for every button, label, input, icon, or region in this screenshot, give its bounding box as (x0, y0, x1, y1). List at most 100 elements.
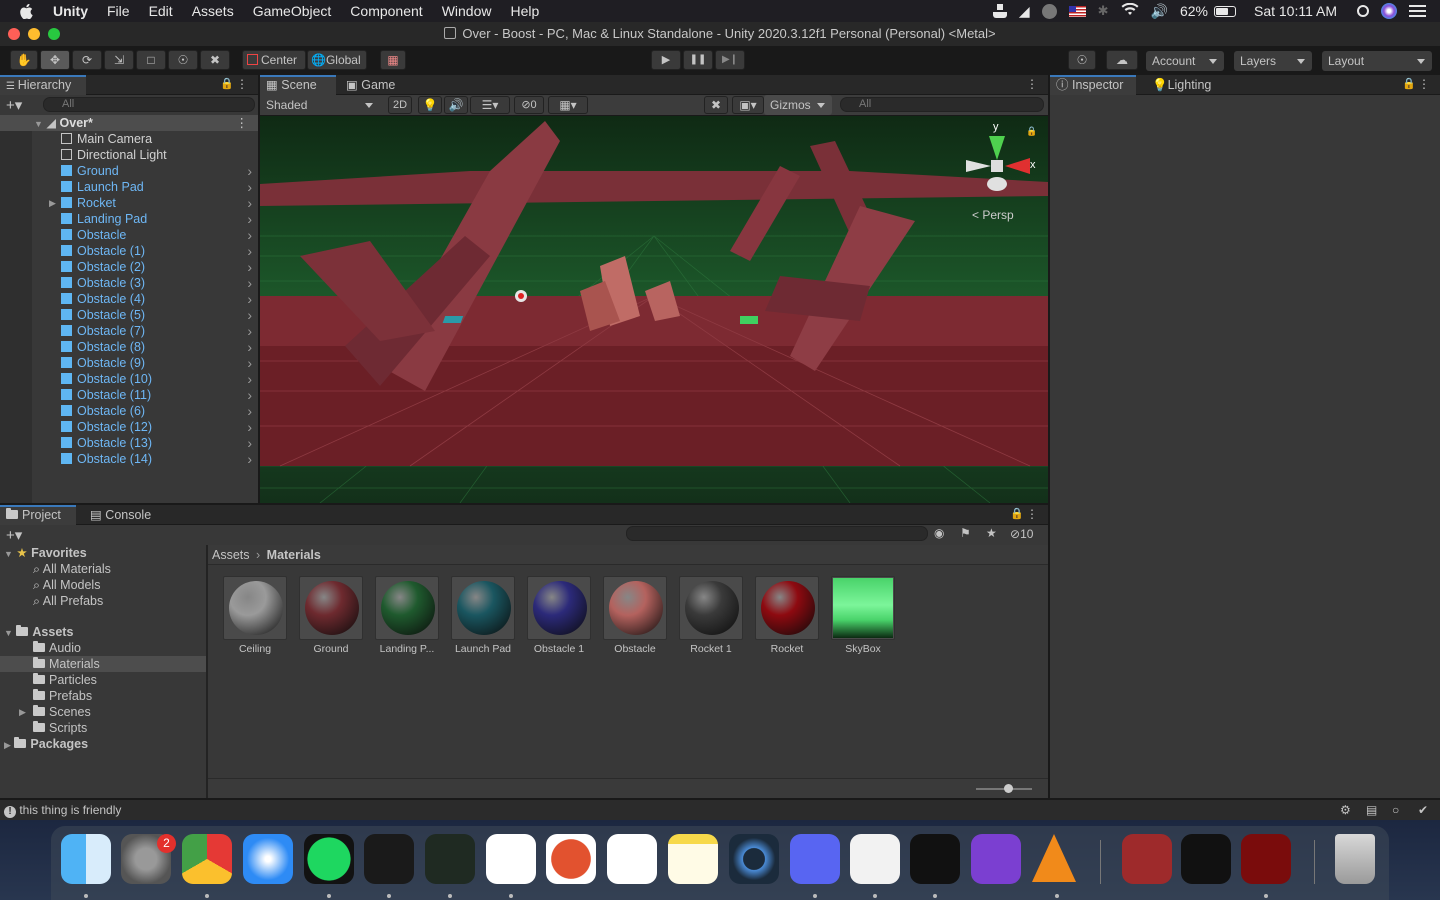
control-center-icon[interactable] (1409, 5, 1426, 17)
filter-by-label-icon[interactable]: ⚑ (960, 526, 971, 540)
material-label[interactable]: Ground (291, 643, 371, 655)
scene-gizmo[interactable]: y x 🔒 < Persp (962, 121, 1042, 222)
favorite-item[interactable]: ⌕ All Prefabs (33, 593, 103, 609)
project-search-input[interactable] (626, 526, 928, 541)
bluetooth-icon[interactable]: ✱ (1098, 3, 1109, 19)
notes-icon[interactable] (668, 834, 718, 884)
unity-status-icon[interactable]: ◢ (1019, 3, 1030, 20)
material-thumbnail[interactable] (831, 576, 895, 640)
favorite-item[interactable]: ⌕ All Materials (33, 561, 111, 577)
custom-tool-button[interactable]: ✖ (200, 50, 230, 70)
layers-dropdown[interactable]: Layers (1234, 51, 1312, 71)
material-label[interactable]: Obstacle (595, 643, 675, 655)
breadcrumb-assets[interactable]: Assets (212, 548, 250, 562)
open-prefab-arrow-icon[interactable]: › (247, 227, 252, 243)
safari-icon[interactable] (243, 834, 293, 884)
spotify-icon[interactable] (304, 834, 354, 884)
inspector-lock-icon[interactable]: 🔒 (1402, 77, 1416, 90)
menu-app-name[interactable]: Unity (53, 3, 88, 19)
audio-toggle-icon[interactable]: 🔊 (444, 96, 468, 114)
tab-lighting[interactable]: 💡Lighting (1146, 75, 1226, 95)
expand-arrow-icon[interactable]: ▶ (19, 704, 26, 720)
grid-snap-button[interactable]: ▦ (380, 50, 406, 70)
hierarchy-item[interactable]: Ground › (0, 163, 258, 179)
tab-game[interactable]: ▣ Game (340, 75, 410, 95)
material-thumbnail[interactable] (375, 576, 439, 640)
tab-console[interactable]: ▤ Console (84, 505, 164, 525)
clock[interactable]: Sat 10:11 AM (1254, 3, 1337, 19)
step-button[interactable]: ▶❙ (715, 50, 745, 70)
material-label[interactable]: SkyBox (823, 643, 903, 655)
spotlight-search-icon[interactable] (1357, 5, 1369, 17)
hierarchy-item[interactable]: Obstacle (2) › (0, 259, 258, 275)
hierarchy-item[interactable]: Obstacle (10) › (0, 371, 258, 387)
hand-tool-button[interactable]: ✋ (10, 50, 38, 70)
material-thumbnail[interactable] (755, 576, 819, 640)
assets-header[interactable]: ▼ Assets (4, 624, 73, 640)
open-prefab-arrow-icon[interactable]: › (247, 371, 252, 387)
lock-icon[interactable]: 🔒 (220, 77, 234, 90)
tab-project[interactable]: Project (0, 505, 76, 525)
asset-folder-item[interactable]: Scripts (0, 720, 206, 736)
scene-viewport[interactable]: y x 🔒 < Persp (260, 116, 1048, 503)
open-prefab-arrow-icon[interactable]: › (247, 307, 252, 323)
favorite-star-icon[interactable]: ★ (986, 526, 997, 540)
filter-by-type-icon[interactable]: ◉ (934, 526, 944, 540)
asset-folder-item[interactable]: Prefabs (0, 688, 206, 704)
material-thumbnail[interactable] (223, 576, 287, 640)
hierarchy-item[interactable]: Obstacle (9) › (0, 355, 258, 371)
gizmos-dropdown[interactable]: Gizmos (764, 95, 832, 115)
excel-icon[interactable] (607, 834, 657, 884)
panel-menu-icon[interactable]: ⋮ (236, 77, 248, 91)
hierarchy-item[interactable]: Obstacle (5) › (0, 307, 258, 323)
rotate-tool-button[interactable]: ⟳ (72, 50, 102, 70)
hierarchy-search-input[interactable]: All (43, 97, 255, 112)
hierarchy-item[interactable]: Obstacle (8) › (0, 339, 258, 355)
global-space-toggle[interactable]: 🌐Global (307, 50, 367, 70)
dictionary-icon[interactable] (1122, 834, 1172, 884)
hierarchy-item[interactable]: Obstacle (13) › (0, 435, 258, 451)
scale-tool-button[interactable]: ⇲ (104, 50, 134, 70)
hierarchy-item[interactable]: Obstacle (11) › (0, 387, 258, 403)
powerpoint-icon[interactable] (546, 834, 596, 884)
open-prefab-arrow-icon[interactable]: › (247, 339, 252, 355)
collab-icon[interactable]: ☉ (1068, 50, 1096, 70)
scene-tools-icon[interactable]: ✖ (704, 96, 728, 114)
globe-icon[interactable] (1041, 3, 1057, 19)
play-button[interactable]: ▶ (651, 50, 681, 70)
hierarchy-item[interactable]: Landing Pad › (0, 211, 258, 227)
progress-icon[interactable]: ○ (1392, 800, 1399, 820)
visual-studio-icon[interactable] (971, 834, 1021, 884)
pause-button[interactable]: ❚❚ (683, 50, 713, 70)
grid-toggle-dropdown[interactable]: ▦▾ (548, 96, 588, 114)
inspector-menu-icon[interactable]: ⋮ (1418, 77, 1430, 91)
unity-icon[interactable] (910, 834, 960, 884)
menu-gameobject[interactable]: GameObject (253, 3, 332, 19)
packages-expand-arrow[interactable]: ▶ (4, 740, 11, 750)
flash-icon[interactable] (1241, 834, 1291, 884)
material-label[interactable]: Obstacle 1 (519, 643, 599, 655)
discord-icon[interactable] (790, 834, 840, 884)
create-add-button[interactable]: +▾ (6, 96, 22, 114)
open-prefab-arrow-icon[interactable]: › (247, 243, 252, 259)
minimize-window-button[interactable] (28, 28, 40, 40)
close-window-button[interactable] (8, 28, 20, 40)
unity-icon-2[interactable] (1181, 834, 1231, 884)
favorites-header[interactable]: ▼ ★ Favorites (4, 545, 87, 561)
user-icon[interactable] (992, 4, 1007, 18)
menu-help[interactable]: Help (510, 3, 539, 19)
hierarchy-item[interactable]: Obstacle (14) › (0, 451, 258, 467)
open-prefab-arrow-icon[interactable]: › (247, 387, 252, 403)
hidden-objects-toggle[interactable]: ⊘0 (514, 96, 544, 114)
open-prefab-arrow-icon[interactable]: › (247, 275, 252, 291)
scene-root-row[interactable]: ▼ ◢ Over* ⋮ (0, 115, 258, 131)
open-prefab-arrow-icon[interactable]: › (247, 179, 252, 195)
hierarchy-item[interactable]: Launch Pad › (0, 179, 258, 195)
favorites-expand-arrow[interactable]: ▼ (4, 549, 13, 559)
cache-icon[interactable]: ▤ (1366, 800, 1377, 820)
open-prefab-arrow-icon[interactable]: › (247, 451, 252, 467)
asset-folder-item[interactable]: Particles (0, 672, 206, 688)
scene-search-input[interactable]: All (840, 97, 1044, 112)
move-tool-button[interactable]: ✥ (40, 50, 70, 70)
camera-dropdown[interactable]: ▣▾ (732, 96, 764, 114)
